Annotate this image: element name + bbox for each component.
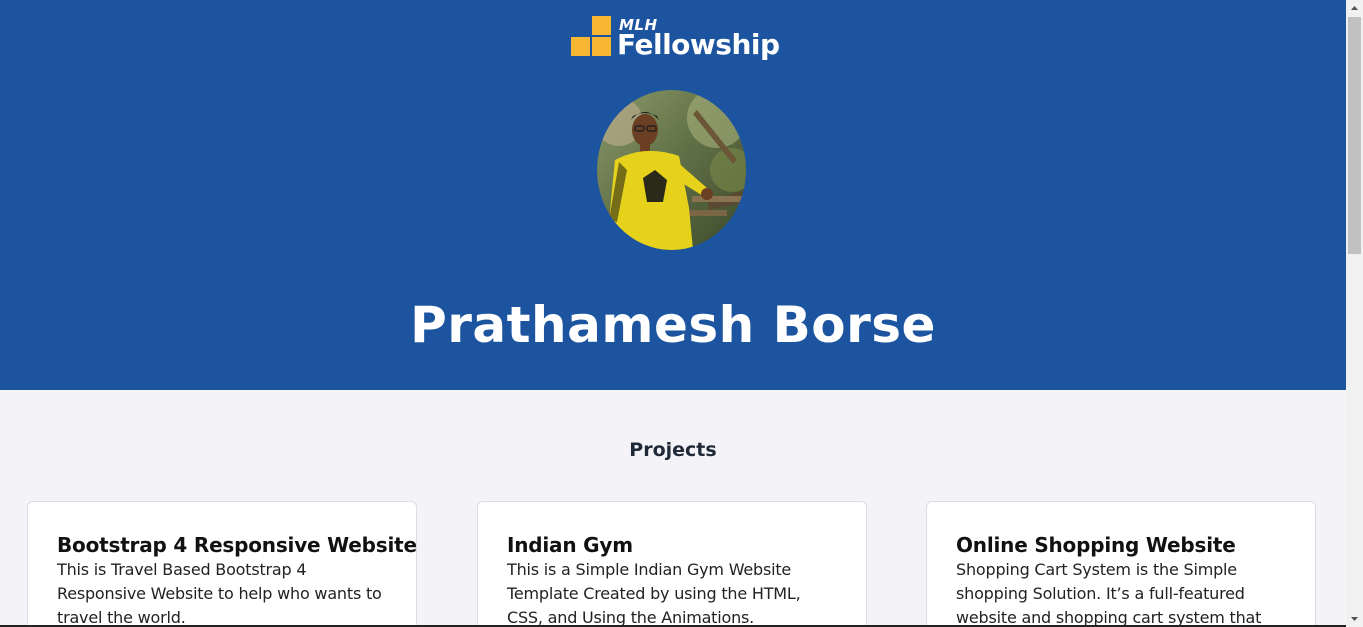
- project-card[interactable]: Indian Gym This is a Simple Indian Gym W…: [477, 501, 867, 627]
- project-card-description: This is Travel Based Bootstrap 4 Respons…: [57, 560, 382, 627]
- projects-section-title: Projects: [629, 439, 717, 461]
- project-card-description: Shopping Cart System is the Simple shopp…: [956, 560, 1262, 627]
- project-card-title: Indian Gym: [507, 533, 633, 557]
- project-card[interactable]: Online Shopping Website Shopping Cart Sy…: [926, 501, 1316, 627]
- mlh-logo-mark-icon: [571, 16, 613, 58]
- logo-fellowship-text: Fellowship: [617, 28, 780, 61]
- project-card-title: Online Shopping Website: [956, 533, 1236, 557]
- profile-name-heading: Prathamesh Borse: [410, 296, 936, 354]
- scrollbar-thumb[interactable]: [1348, 17, 1361, 254]
- project-card[interactable]: Bootstrap 4 Responsive Website This is T…: [27, 501, 417, 627]
- project-card-description: This is a Simple Indian Gym Website Temp…: [507, 560, 801, 627]
- scroll-up-arrow-icon[interactable]: [1346, 0, 1363, 17]
- profile-photo: [597, 90, 746, 250]
- page: MLH Fellowship Prathamesh Borse Projects…: [0, 0, 1346, 627]
- project-card-title: Bootstrap 4 Responsive Website: [57, 533, 417, 557]
- hero-header: MLH Fellowship Prathamesh Borse: [0, 0, 1346, 390]
- profile-avatar: [597, 90, 746, 250]
- mlh-fellowship-logo[interactable]: MLH Fellowship: [571, 16, 781, 64]
- scroll-down-arrow-icon[interactable]: [1346, 610, 1363, 627]
- vertical-scrollbar[interactable]: [1346, 0, 1363, 627]
